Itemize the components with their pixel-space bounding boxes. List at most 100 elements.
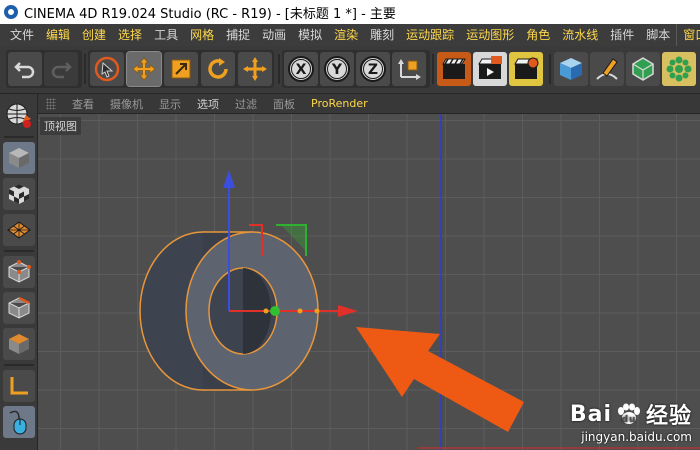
- watermark-brand-text: Bai: [569, 401, 612, 427]
- cloner-button[interactable]: [662, 52, 696, 86]
- gizmo-handle-dot[interactable]: [314, 308, 320, 314]
- menu-animate[interactable]: 动画: [256, 24, 292, 46]
- drag-grip-icon[interactable]: [46, 97, 56, 110]
- watermark-brand: Bai du 经验: [570, 398, 692, 430]
- texture-mode-icon: [9, 184, 29, 204]
- axis-mode-icon: [10, 377, 28, 395]
- svg-text:du: du: [622, 415, 637, 425]
- tweak-mode-button[interactable]: [3, 406, 35, 438]
- make-editable-button[interactable]: [3, 100, 35, 132]
- palette-separator: [4, 250, 34, 252]
- workplane-icon: [7, 221, 31, 239]
- move-icon: [132, 57, 156, 81]
- top-viewport[interactable]: 顶视图 Bai du 经验 jingyan.baidu.com: [38, 114, 700, 450]
- menu-file[interactable]: 文件: [4, 24, 40, 46]
- viewport-menu-display[interactable]: 显示: [151, 96, 189, 112]
- palette-separator: [4, 364, 34, 366]
- viewport-menu-prorender[interactable]: ProRender: [303, 97, 376, 110]
- menu-simulate[interactable]: 模拟: [292, 24, 328, 46]
- menu-create[interactable]: 创建: [76, 24, 112, 46]
- x-axis-lock-button[interactable]: X: [284, 52, 318, 86]
- cloner-icon: [666, 56, 692, 82]
- baidu-jingyan-watermark: Bai du 经验 jingyan.baidu.com: [570, 398, 692, 445]
- gizmo-handle-dot[interactable]: [263, 308, 269, 314]
- menu-window[interactable]: 窗口: [676, 24, 700, 46]
- workplane-mode-button[interactable]: [3, 214, 35, 246]
- viewport-menu-bar: 查看 摄像机 显示 选项 过滤 面板 ProRender: [38, 94, 700, 114]
- menu-character[interactable]: 角色: [520, 24, 556, 46]
- move-button[interactable]: [126, 51, 162, 87]
- cube-icon: [560, 58, 582, 80]
- menu-sculpt[interactable]: 雕刻: [364, 24, 400, 46]
- z-axis-lock-icon: Z: [360, 56, 386, 82]
- viewport-label[interactable]: 顶视图: [40, 117, 81, 135]
- render-to-picture-viewer-icon: [478, 56, 502, 79]
- menu-bar: 文件 编辑 创建 选择 工具 网格 捕捉 动画 模拟 渲染 雕刻 运动跟踪 运动…: [0, 24, 700, 46]
- rotate-button[interactable]: [201, 52, 235, 86]
- cube-button[interactable]: [554, 52, 588, 86]
- z-axis-lock-button[interactable]: Z: [356, 52, 390, 86]
- viewport-menu-panel[interactable]: 面板: [265, 96, 303, 112]
- viewport-menu-view[interactable]: 查看: [64, 96, 102, 112]
- palette-separator: [4, 136, 34, 138]
- undo-button[interactable]: [8, 52, 42, 86]
- texture-mode-button[interactable]: [3, 178, 35, 210]
- polygons-mode-icon: [9, 334, 29, 354]
- gizmo-y-arrow-icon[interactable]: [223, 170, 235, 188]
- annotation-arrow-icon: [356, 327, 524, 432]
- transform-icon: [243, 57, 267, 81]
- menu-tools[interactable]: 工具: [148, 24, 184, 46]
- menu-plugins[interactable]: 插件: [604, 24, 640, 46]
- menu-motion-tracking[interactable]: 运动跟踪: [400, 24, 460, 46]
- polygons-mode-button[interactable]: [3, 328, 35, 360]
- points-mode-button[interactable]: [3, 256, 35, 288]
- redo-button[interactable]: [44, 52, 78, 86]
- svg-text:X: X: [296, 62, 307, 78]
- window-title: CINEMA 4D R19.024 Studio (RC - R19) - [未…: [24, 6, 396, 22]
- render-settings-icon: [514, 57, 539, 79]
- render-view-button[interactable]: [437, 52, 471, 86]
- menu-select[interactable]: 选择: [112, 24, 148, 46]
- menu-render[interactable]: 渲染: [328, 24, 364, 46]
- edges-mode-button[interactable]: [3, 292, 35, 324]
- scale-button[interactable]: [164, 52, 198, 86]
- viewport-menu-options[interactable]: 选项: [189, 96, 227, 112]
- cinema4d-logo-icon: [4, 5, 18, 19]
- cinema4d-window: CINEMA 4D R19.024 Studio (RC - R19) - [未…: [0, 0, 700, 450]
- viewport-menu-filter[interactable]: 过滤: [227, 96, 265, 112]
- render-view-icon: [442, 58, 466, 79]
- menu-script[interactable]: 脚本: [640, 24, 676, 46]
- menu-pipeline[interactable]: 流水线: [556, 24, 604, 46]
- viewport-menu-cameras[interactable]: 摄像机: [102, 96, 151, 112]
- render-settings-button[interactable]: [509, 52, 543, 86]
- live-select-button[interactable]: [90, 52, 124, 86]
- make-editable-icon: [6, 103, 31, 128]
- gizmo-handle-dot[interactable]: [297, 308, 303, 314]
- menu-mograph[interactable]: 运动图形: [460, 24, 520, 46]
- y-axis-lock-button[interactable]: Y: [320, 52, 354, 86]
- rotate-icon: [208, 58, 228, 79]
- axis-mode-button[interactable]: [3, 370, 35, 402]
- gizmo-x-arrow-icon[interactable]: [338, 305, 358, 317]
- menu-mesh[interactable]: 网格: [184, 24, 220, 46]
- baidu-paw-icon: du: [617, 403, 640, 425]
- transform-button[interactable]: [238, 52, 272, 86]
- title-bar: CINEMA 4D R19.024 Studio (RC - R19) - [未…: [0, 0, 700, 24]
- coordinate-system-button[interactable]: [392, 52, 426, 86]
- svg-text:Y: Y: [331, 62, 343, 78]
- x-axis-lock-icon: X: [288, 56, 314, 82]
- subdivision-button[interactable]: [626, 52, 660, 86]
- menu-snap[interactable]: 捕捉: [220, 24, 256, 46]
- render-to-picture-viewer-button[interactable]: [473, 52, 507, 86]
- toolbar-separator: [278, 54, 280, 84]
- pen-button[interactable]: [590, 52, 624, 86]
- menu-edit[interactable]: 编辑: [40, 24, 76, 46]
- model-mode-button[interactable]: [3, 142, 35, 174]
- toolbar-separator: [549, 54, 551, 84]
- edges-mode-icon: [8, 296, 30, 319]
- redo-icon: [51, 62, 72, 79]
- points-mode-icon: [8, 260, 31, 283]
- toolbar-separator: [432, 54, 434, 84]
- undo-icon: [14, 62, 35, 79]
- gizmo-center-handle[interactable]: [270, 306, 280, 316]
